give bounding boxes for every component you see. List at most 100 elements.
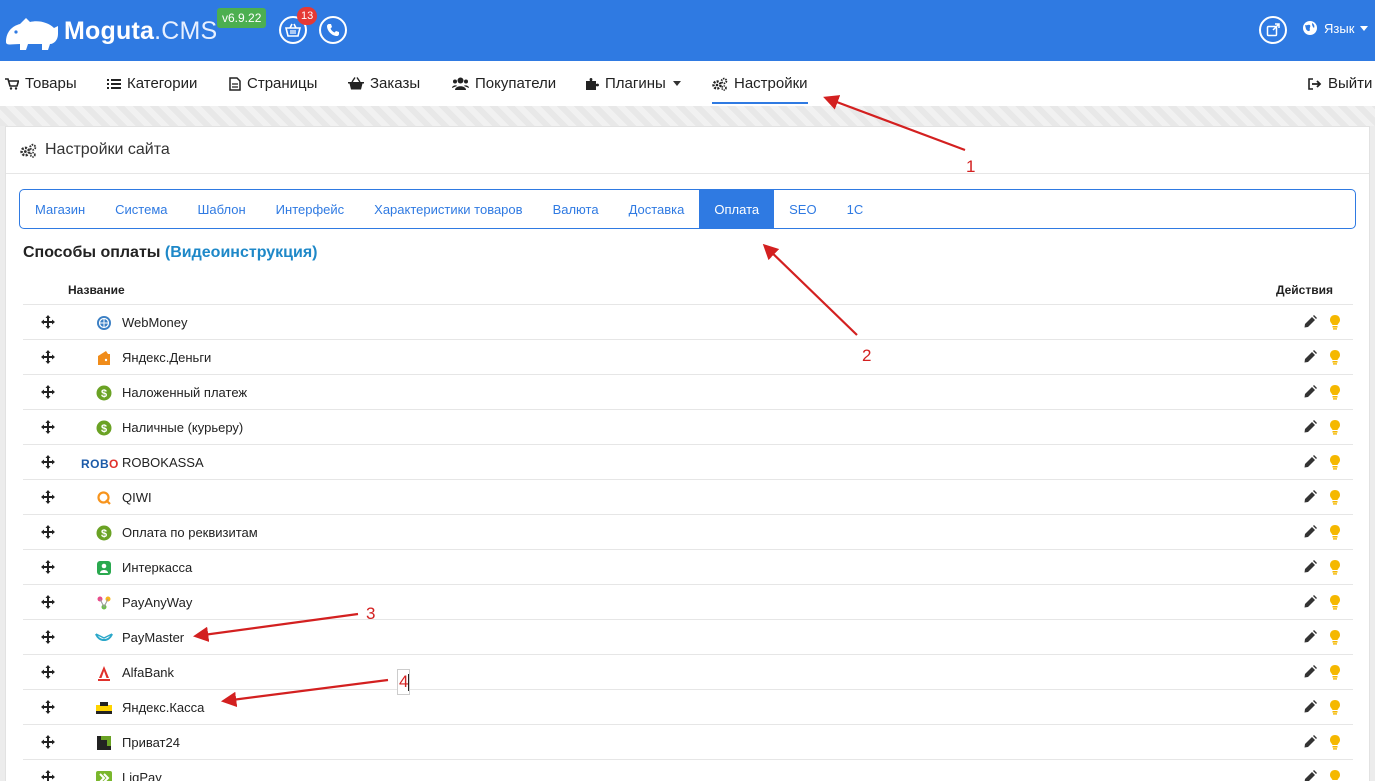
- pencil-icon[interactable]: [1303, 560, 1317, 579]
- lightbulb-icon[interactable]: [1329, 349, 1341, 370]
- table-row: $ Наличные (курьеру): [23, 410, 1353, 445]
- tab-1c[interactable]: 1С: [832, 190, 879, 228]
- phone-icon: [327, 24, 339, 36]
- logo[interactable]: Moguta.CMS: [4, 12, 217, 50]
- version-badge: v6.9.22: [217, 8, 267, 28]
- payment-name: Яндекс.Деньги: [122, 350, 212, 365]
- svg-text:$: $: [101, 388, 107, 400]
- annotation-number-3: 3: [366, 604, 376, 623]
- logout-button[interactable]: Выйти: [1308, 61, 1372, 106]
- tab-product-properties[interactable]: Характеристики товаров: [359, 190, 537, 228]
- lightbulb-icon[interactable]: [1329, 524, 1341, 545]
- pencil-icon[interactable]: [1303, 595, 1317, 614]
- drag-handle-icon[interactable]: [41, 525, 55, 544]
- annotation-number-1: 1: [966, 157, 976, 176]
- pencil-icon[interactable]: [1303, 700, 1317, 719]
- table-row: WebMoney: [23, 305, 1353, 340]
- drag-handle-icon[interactable]: [41, 665, 55, 684]
- pencil-icon[interactable]: [1303, 490, 1317, 509]
- drag-handle-icon[interactable]: [41, 560, 55, 579]
- lightbulb-icon[interactable]: [1329, 314, 1341, 335]
- payment-name: PayMaster: [122, 630, 185, 645]
- tab-interface[interactable]: Интерфейс: [261, 190, 359, 228]
- liqpay-icon: [95, 769, 113, 781]
- dollar-icon: $: [95, 384, 113, 402]
- open-site-button[interactable]: [1259, 16, 1287, 44]
- pencil-icon[interactable]: [1303, 385, 1317, 404]
- svg-text:$: $: [101, 423, 107, 435]
- drag-handle-icon[interactable]: [41, 455, 55, 474]
- nav-item-products[interactable]: Товары: [5, 61, 77, 106]
- drag-handle-icon[interactable]: [41, 385, 55, 404]
- lightbulb-icon[interactable]: [1329, 629, 1341, 650]
- video-instruction-link[interactable]: (Видеоинструкция): [165, 244, 318, 261]
- drag-handle-icon[interactable]: [41, 735, 55, 754]
- drag-handle-icon[interactable]: [41, 700, 55, 719]
- puzzle-icon: [586, 77, 599, 90]
- pencil-icon[interactable]: [1303, 630, 1317, 649]
- svg-text:O: O: [109, 457, 118, 469]
- language-dropdown[interactable]: Язык: [1302, 20, 1369, 36]
- tab-system[interactable]: Система: [100, 190, 182, 228]
- pencil-icon[interactable]: [1303, 350, 1317, 369]
- drag-handle-icon[interactable]: [41, 595, 55, 614]
- lightbulb-icon[interactable]: [1329, 594, 1341, 615]
- drag-handle-icon[interactable]: [41, 315, 55, 334]
- tab-template[interactable]: Шаблон: [183, 190, 261, 228]
- logo-text: Moguta.CMS: [64, 16, 218, 45]
- users-icon: [452, 77, 469, 90]
- robokassa-icon: ROB O: [80, 454, 120, 472]
- nav-item-orders[interactable]: Заказы: [348, 61, 420, 106]
- lightbulb-icon[interactable]: [1329, 559, 1341, 580]
- nav-item-customers[interactable]: Покупатели: [452, 61, 556, 106]
- gears-icon: [712, 77, 728, 91]
- phone-button[interactable]: [319, 16, 347, 44]
- lightbulb-icon[interactable]: [1329, 454, 1341, 475]
- pencil-icon[interactable]: [1303, 665, 1317, 684]
- tab-delivery[interactable]: Доставка: [614, 190, 700, 228]
- lightbulb-icon[interactable]: [1329, 734, 1341, 755]
- payment-name: Интеркасса: [122, 560, 193, 575]
- lightbulb-icon[interactable]: [1329, 489, 1341, 510]
- payment-name: AlfaBank: [122, 665, 175, 680]
- drag-handle-icon[interactable]: [41, 630, 55, 649]
- external-link-icon: [1266, 23, 1280, 37]
- table-row: Яндекс.Деньги: [23, 340, 1353, 375]
- drag-handle-icon[interactable]: [41, 770, 55, 781]
- pencil-icon[interactable]: [1303, 420, 1317, 439]
- lightbulb-icon[interactable]: [1329, 699, 1341, 720]
- nav-item-plugins[interactable]: Плагины: [585, 61, 681, 106]
- tab-payment[interactable]: Оплата: [699, 190, 775, 228]
- pencil-icon[interactable]: [1303, 315, 1317, 334]
- lightbulb-icon[interactable]: [1329, 769, 1341, 781]
- table-row: LiqPay: [23, 760, 1353, 781]
- chevron-down-icon: [1360, 25, 1369, 31]
- drag-handle-icon[interactable]: [41, 420, 55, 439]
- panel-header: Настройки сайта: [6, 127, 1369, 174]
- tab-currency[interactable]: Валюта: [538, 190, 614, 228]
- globe-icon: [1303, 21, 1317, 35]
- pencil-icon[interactable]: [1303, 455, 1317, 474]
- payment-name: ROBOKASSA: [122, 455, 204, 470]
- drag-handle-icon[interactable]: [41, 490, 55, 509]
- pencil-icon[interactable]: [1303, 735, 1317, 754]
- tab-seo[interactable]: SEO: [774, 190, 831, 228]
- gears-icon: [20, 143, 37, 158]
- pencil-icon[interactable]: [1303, 525, 1317, 544]
- payment-name: Наложенный платеж: [122, 385, 248, 400]
- payment-name: Яндекс.Касса: [122, 700, 205, 715]
- pencil-icon[interactable]: [1303, 770, 1317, 781]
- basket-icon: [348, 77, 364, 90]
- nav-item-settings[interactable]: Настройки: [712, 61, 808, 106]
- drag-handle-icon[interactable]: [41, 350, 55, 369]
- payment-name: Оплата по реквизитам: [122, 525, 258, 540]
- lightbulb-icon[interactable]: [1329, 384, 1341, 405]
- tab-shop[interactable]: Магазин: [20, 190, 100, 228]
- lightbulb-icon[interactable]: [1329, 664, 1341, 685]
- annotation-number-2: 2: [862, 346, 872, 365]
- nav-item-pages[interactable]: Страницы: [229, 61, 317, 106]
- column-actions-header: Действия: [1275, 283, 1333, 297]
- svg-text:$: $: [101, 528, 107, 540]
- nav-item-categories[interactable]: Категории: [107, 61, 197, 106]
- lightbulb-icon[interactable]: [1329, 419, 1341, 440]
